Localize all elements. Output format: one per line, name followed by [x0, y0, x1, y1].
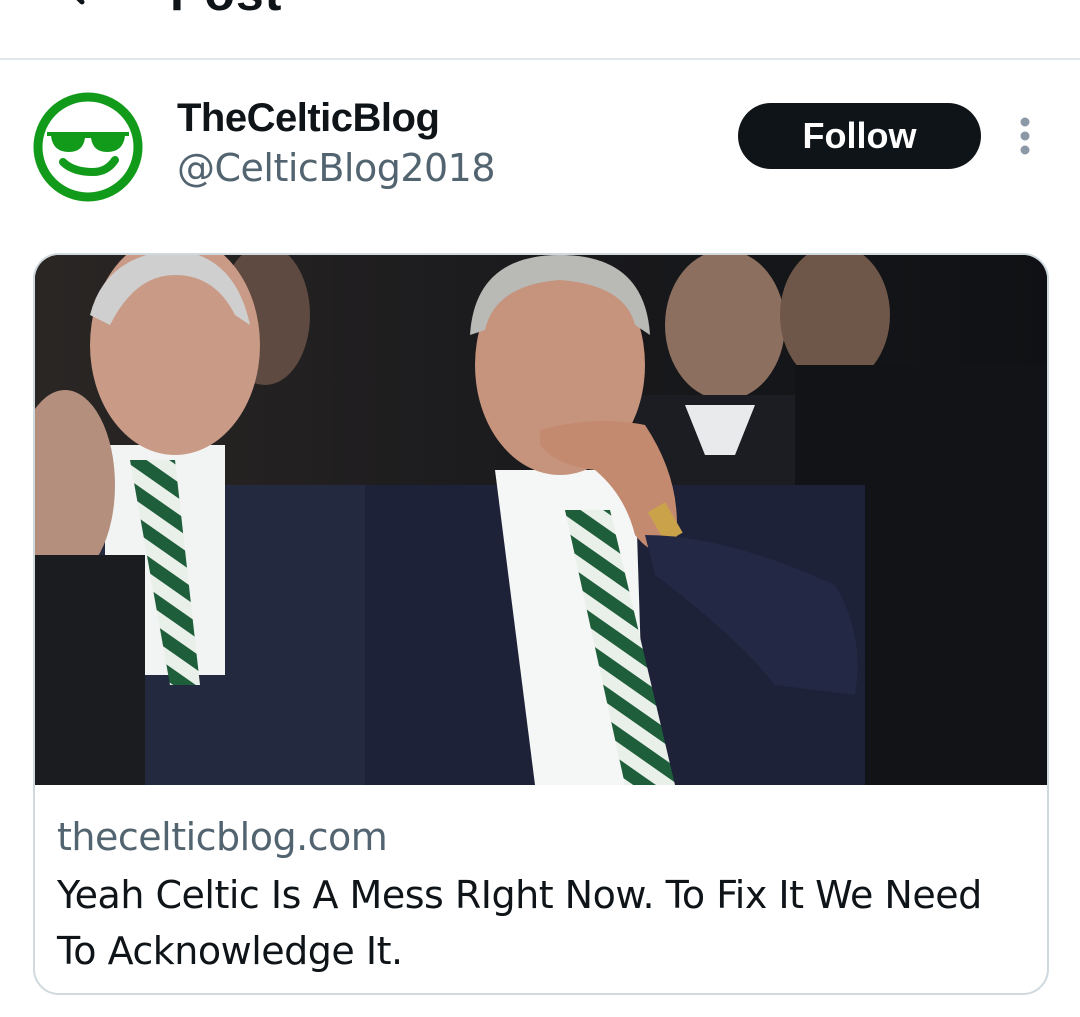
more-vertical-icon[interactable]	[1010, 116, 1040, 156]
back-arrow-icon[interactable]	[60, 0, 100, 10]
page-title: Post	[170, 0, 282, 22]
card-image	[35, 255, 1047, 785]
author-handle[interactable]: @CelticBlog2018	[177, 146, 496, 190]
link-card[interactable]: thecelticblog.com Yeah Celtic Is A Mess …	[33, 253, 1049, 995]
avatar[interactable]	[33, 92, 143, 202]
author-name[interactable]: TheCelticBlog	[177, 96, 440, 141]
card-domain: thecelticblog.com	[57, 815, 388, 859]
follow-button[interactable]: Follow	[738, 103, 981, 169]
top-header: Post	[0, 0, 1080, 60]
card-title: Yeah Celtic Is A Mess RIght Now. To Fix …	[57, 873, 982, 973]
news-photo	[35, 255, 1047, 785]
post-page: Post TheCelticBlog @CelticBlog2018 Follo…	[0, 0, 1080, 1017]
